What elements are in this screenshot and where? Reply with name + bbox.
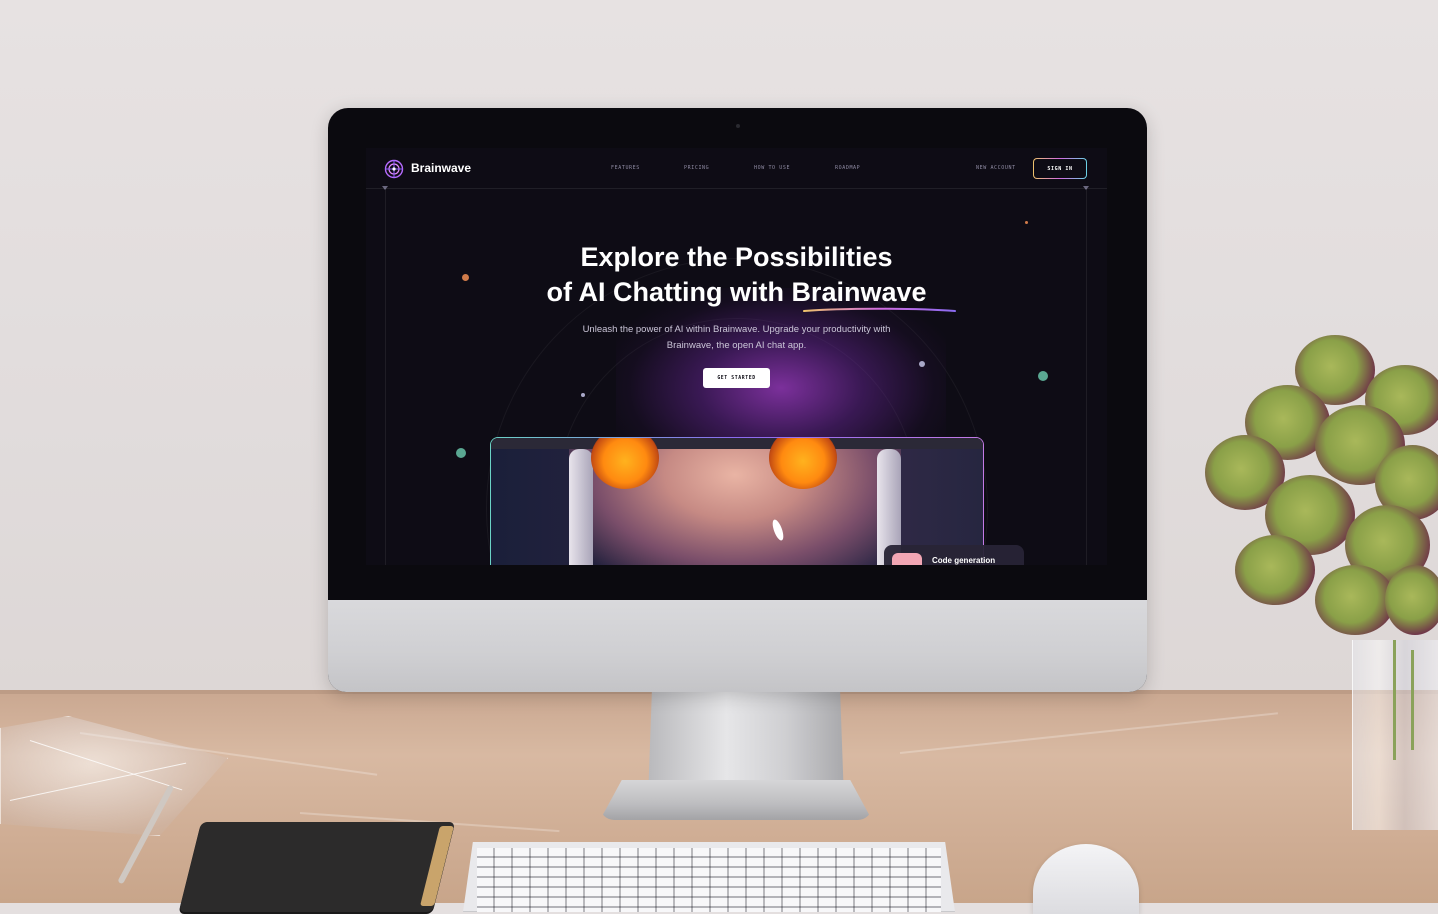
hero-title-line2: of AI Chatting with Brainwave — [486, 275, 987, 310]
imac-chin — [328, 600, 1147, 692]
code-icon — [892, 553, 922, 565]
hero-subtitle-line2: Brainwave, the open AI chat app. — [666, 340, 807, 351]
nav-roadmap[interactable]: ROADMAP — [835, 165, 860, 171]
keyboard — [463, 842, 955, 912]
sign-in-button[interactable]: SIGN IN — [1033, 158, 1087, 179]
get-started-button[interactable]: GET STARTED — [703, 368, 770, 388]
notebook — [178, 822, 456, 912]
imac: Brainwave FEATURES PRICING HOW TO USE RO… — [328, 108, 1147, 692]
orb — [919, 361, 925, 367]
orb — [581, 393, 585, 397]
brain-logo-icon[interactable] — [384, 159, 404, 179]
imac-stand-foot — [600, 780, 872, 820]
guide-line — [385, 188, 386, 565]
nav-features[interactable]: FEATURES — [611, 165, 640, 171]
orb — [462, 274, 469, 281]
hero-subtitle-line1: Unleash the power of AI within Brainwave… — [582, 324, 891, 335]
robot-eye-right — [769, 438, 837, 489]
frame-topbar — [491, 438, 983, 449]
orb — [456, 448, 466, 458]
robot-highlight — [770, 518, 786, 542]
new-account-link[interactable]: NEW ACCOUNT — [976, 165, 1016, 171]
keyboard-keys — [477, 848, 941, 912]
code-generation-card[interactable]: Code generation — [884, 545, 1024, 565]
guide-line — [1086, 188, 1087, 565]
nav-how-to-use[interactable]: HOW TO USE — [754, 165, 790, 171]
nav-pricing[interactable]: PRICING — [684, 165, 709, 171]
website-screen: Brainwave FEATURES PRICING HOW TO USE RO… — [366, 148, 1107, 565]
robot-eye-left — [591, 438, 659, 489]
hero-subtitle: Unleash the power of AI within Brainwave… — [536, 322, 937, 354]
orb — [1038, 371, 1048, 381]
brand-name[interactable]: Brainwave — [411, 161, 471, 175]
robot-helmet-left — [569, 449, 593, 565]
navbar: Brainwave FEATURES PRICING HOW TO USE RO… — [366, 148, 1107, 189]
robot-face — [569, 438, 901, 565]
glass-vase — [1352, 640, 1438, 830]
hero-title-line1: Explore the Possibilities — [580, 242, 893, 272]
title-underline — [803, 307, 956, 312]
code-generation-label: Code generation — [932, 556, 996, 565]
camera — [736, 124, 740, 128]
hydrangea-flower — [1205, 335, 1438, 655]
orb — [1025, 221, 1028, 224]
hero-title: Explore the Possibilities of AI Chatting… — [486, 240, 987, 310]
hero-title-highlight: Brainwave — [791, 277, 927, 307]
hero-title-prefix: of AI Chatting with — [546, 277, 792, 307]
